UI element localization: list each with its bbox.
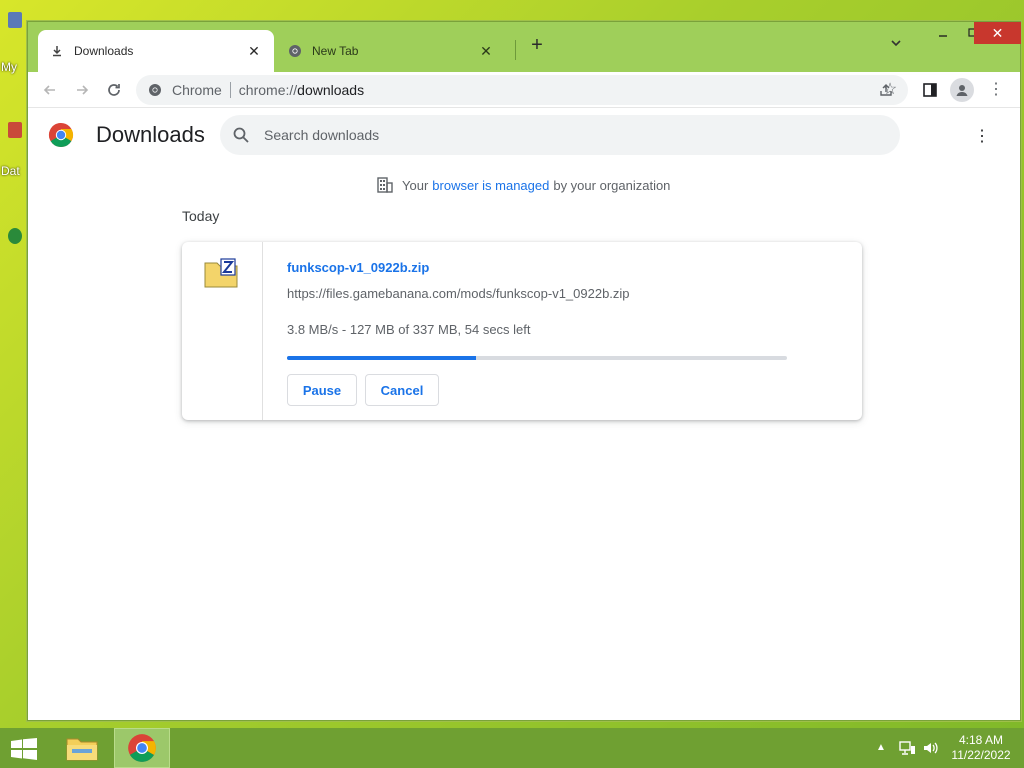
clock-date: 11/22/2022: [951, 748, 1011, 762]
tab-label: New Tab: [312, 44, 359, 58]
site-name: Chrome: [172, 82, 222, 98]
tab-label: Downloads: [74, 44, 134, 58]
bookmark-star-icon[interactable]: ☆: [880, 80, 900, 100]
download-file-icon-area: [182, 242, 263, 420]
profile-avatar[interactable]: [950, 78, 974, 102]
network-icon[interactable]: [898, 740, 916, 756]
download-progress-bar: [287, 356, 787, 360]
tab-search-chevron-icon[interactable]: [886, 36, 906, 56]
browser-toolbar: Chrome chrome://downloads ☆ ⋮: [28, 72, 1020, 108]
new-tab-button[interactable]: +: [526, 35, 548, 57]
page-more-actions-icon[interactable]: ⋮: [972, 126, 992, 146]
download-details: funkscop-v1_0922b.zip https://files.game…: [287, 242, 862, 420]
volume-icon[interactable]: [922, 740, 940, 756]
taskbar-clock[interactable]: 4:18 AM 11/22/2022: [948, 733, 1014, 763]
managed-suffix: by your organization: [553, 177, 671, 193]
desktop-icon[interactable]: [8, 12, 22, 28]
tab-downloads[interactable]: Downloads ✕: [38, 30, 274, 72]
managed-prefix: Your: [402, 177, 429, 193]
zip-file-icon: [204, 258, 238, 288]
file-source-url[interactable]: https://files.gamebanana.com/mods/funksc…: [287, 286, 630, 301]
chrome-site-icon: [148, 83, 162, 97]
taskbar: ▲ 4:18 AM 11/22/2022: [0, 728, 1024, 768]
download-icon: [50, 44, 64, 58]
download-progress-fill: [287, 356, 476, 360]
url-scheme: chrome://: [238, 82, 298, 98]
download-progress-text: 3.8 MB/s - 127 MB of 337 MB, 54 secs lef…: [287, 322, 531, 337]
desktop-strip: My Dat: [0, 0, 24, 728]
tab-new-tab[interactable]: New Tab ✕: [276, 30, 506, 72]
managed-notice: Your browser is managed by your organiza…: [376, 176, 670, 194]
tab-separator: [515, 40, 516, 60]
page-title: Downloads: [96, 122, 205, 147]
side-panel-icon[interactable]: [920, 80, 940, 100]
desktop-label-dat: Dat: [1, 164, 20, 178]
close-window-button[interactable]: ✕: [974, 22, 1021, 44]
browser-menu-icon[interactable]: ⋮: [986, 80, 1006, 100]
tab-strip: Downloads ✕ New Tab ✕ + ✕: [28, 22, 1021, 72]
taskbar-file-explorer[interactable]: [54, 728, 110, 768]
page-header: Downloads ⋮: [28, 108, 1020, 164]
taskbar-chrome[interactable]: [114, 728, 170, 768]
building-icon: [376, 176, 394, 194]
address-bar[interactable]: Chrome chrome://downloads: [136, 75, 908, 105]
minimize-button[interactable]: [928, 22, 958, 44]
desktop-icon[interactable]: [8, 228, 22, 244]
cancel-button[interactable]: Cancel: [365, 374, 439, 406]
reload-button[interactable]: [102, 78, 126, 102]
clock-time: 4:18 AM: [958, 733, 1004, 747]
back-button[interactable]: [38, 78, 62, 102]
downloads-page: Downloads ⋮ Your browser is managed by y…: [28, 108, 1020, 720]
pause-button[interactable]: Pause: [287, 374, 357, 406]
browser-window: Downloads ✕ New Tab ✕ + ✕ Chrome chrome:…: [27, 21, 1021, 721]
desktop-label-my: My: [1, 60, 17, 74]
omnibox-divider: [229, 82, 231, 98]
managed-link[interactable]: browser is managed: [432, 178, 549, 193]
url-host: downloads: [297, 82, 365, 98]
desktop-icon[interactable]: [8, 122, 22, 138]
search-downloads-box[interactable]: [220, 115, 900, 155]
close-tab-icon[interactable]: ✕: [478, 43, 494, 60]
chrome-logo-icon: [48, 122, 74, 148]
search-input[interactable]: [264, 123, 864, 147]
section-date-label: Today: [182, 208, 220, 224]
chrome-icon: [288, 44, 302, 58]
tray-expand-icon[interactable]: ▲: [876, 742, 886, 753]
forward-button[interactable]: [70, 78, 94, 102]
search-icon: [232, 126, 250, 144]
download-item-card: funkscop-v1_0922b.zip https://files.game…: [182, 242, 862, 420]
file-name-link[interactable]: funkscop-v1_0922b.zip: [287, 260, 429, 275]
windows-start-button[interactable]: [10, 738, 38, 760]
close-tab-icon[interactable]: ✕: [246, 43, 262, 60]
